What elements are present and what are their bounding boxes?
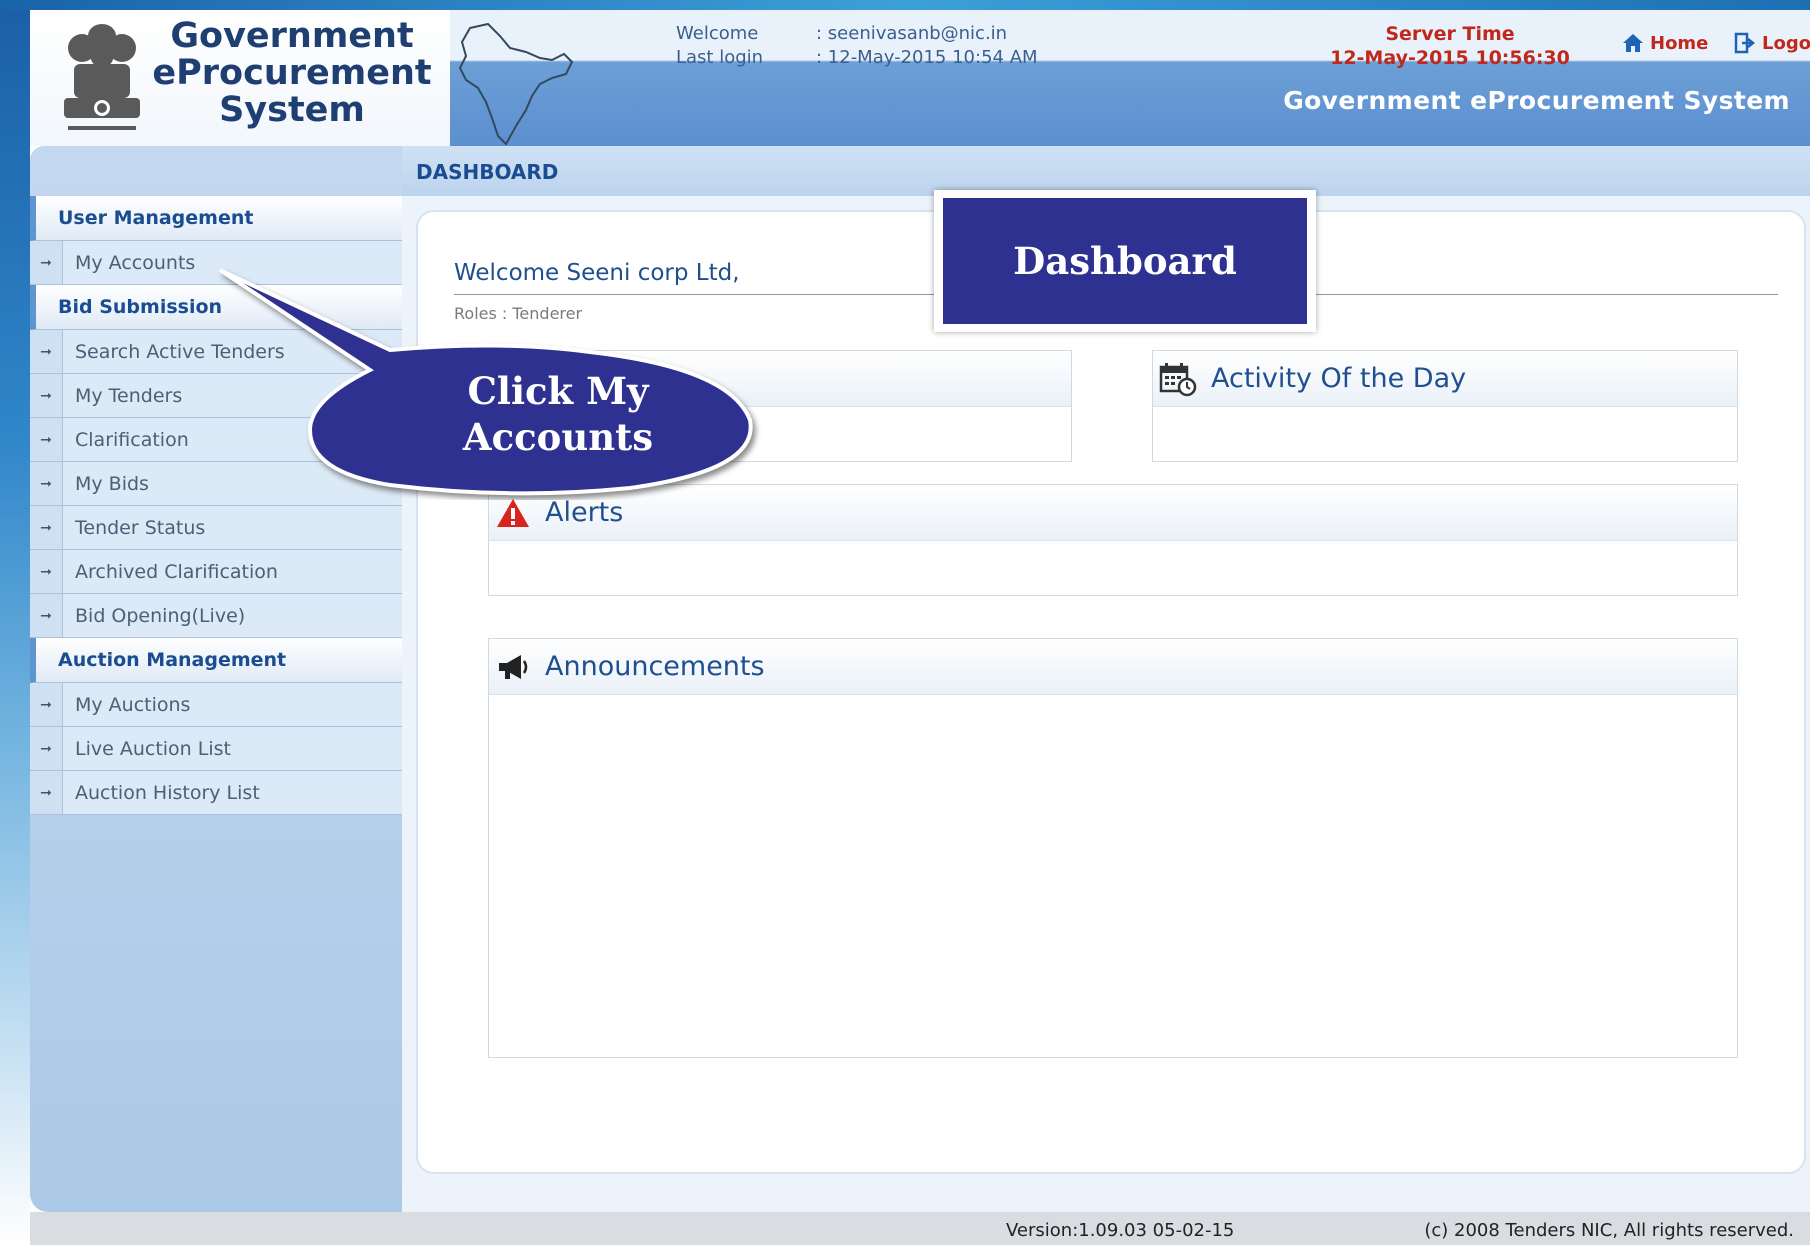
server-time-value: 12-May-2015 10:56:30 bbox=[1330, 47, 1570, 69]
session-values: : seenivasanb@nic.in : 12-May-2015 10:54… bbox=[816, 22, 1038, 70]
page-footer: Version:1.09.03 05-02-15 (c) 2008 Tender… bbox=[30, 1212, 1810, 1245]
page-header: Government eProcurement System Welcome L… bbox=[30, 10, 1810, 146]
dashboard-annotation-callout: Dashboard bbox=[934, 190, 1316, 332]
activity-of-day-box: Activity Of the Day bbox=[1152, 350, 1738, 462]
megaphone-icon bbox=[495, 652, 531, 682]
welcome-label: Welcome bbox=[676, 23, 759, 44]
home-icon bbox=[1623, 34, 1643, 52]
logo-line-3: System bbox=[219, 90, 365, 130]
system-title: Government eProcurement System bbox=[1283, 86, 1790, 115]
logout-link[interactable]: Logout bbox=[1734, 32, 1810, 54]
sidebar-item-label: Live Auction List bbox=[75, 737, 231, 760]
sidebar-item-label: My Bids bbox=[75, 472, 149, 495]
arrow-right-icon: ➞ bbox=[30, 727, 63, 770]
click-my-accounts-annotation: Click My Accounts bbox=[408, 368, 708, 460]
alerts-title: Alerts bbox=[545, 497, 624, 528]
frame-border-top bbox=[0, 0, 1810, 10]
activity-header: Activity Of the Day bbox=[1153, 351, 1737, 407]
sidebar-item-archived-clarification[interactable]: ➞ Archived Clarification bbox=[30, 550, 402, 594]
sidebar-item-auction-history-list[interactable]: ➞ Auction History List bbox=[30, 771, 402, 815]
sidebar-item-label: Auction History List bbox=[75, 781, 260, 804]
arrow-right-icon: ➞ bbox=[30, 506, 63, 549]
dashboard-annotation-label: Dashboard bbox=[943, 198, 1307, 324]
last-login-value: : 12-May-2015 10:54 AM bbox=[816, 47, 1038, 68]
arrow-right-icon: ➞ bbox=[30, 683, 63, 726]
sidebar-section-auction-management: Auction Management bbox=[30, 638, 402, 683]
sidebar-item-bid-opening-live[interactable]: ➞ Bid Opening(Live) bbox=[30, 594, 402, 638]
announcements-header: Announcements bbox=[489, 639, 1737, 695]
national-emblem-icon bbox=[64, 24, 140, 130]
announcements-title: Announcements bbox=[545, 651, 765, 682]
annotation-line-1: Click My bbox=[467, 369, 649, 413]
logout-link-label: Logout bbox=[1762, 32, 1810, 54]
announcements-box: Announcements bbox=[488, 638, 1738, 1058]
last-login-label: Last login bbox=[676, 47, 764, 68]
sidebar-item-label: Bid Opening(Live) bbox=[75, 604, 246, 627]
server-time: Server Time 12-May-2015 10:56:30 bbox=[1300, 22, 1600, 70]
server-time-label: Server Time bbox=[1385, 23, 1515, 45]
arrow-right-icon: ➞ bbox=[30, 418, 63, 461]
arrow-right-icon: ➞ bbox=[30, 550, 63, 593]
home-link-label: Home bbox=[1650, 32, 1709, 54]
logo-line-2: eProcurement bbox=[152, 53, 432, 93]
arrow-right-icon: ➞ bbox=[30, 374, 63, 417]
session-labels: Welcome Last login bbox=[676, 22, 763, 70]
page-title: DASHBOARD bbox=[416, 160, 559, 184]
alerts-box: Alerts bbox=[488, 484, 1738, 596]
sidebar-item-my-auctions[interactable]: ➞ My Auctions bbox=[30, 683, 402, 727]
annotation-line-2: Accounts bbox=[462, 415, 654, 459]
sidebar-item-label: My Accounts bbox=[75, 251, 196, 274]
header-banner bbox=[450, 10, 1810, 146]
sidebar-item-label: My Tenders bbox=[75, 384, 183, 407]
main-header: DASHBOARD bbox=[402, 146, 1810, 196]
sidebar-item-label: Tender Status bbox=[75, 516, 206, 539]
arrow-right-icon: ➞ bbox=[30, 462, 63, 505]
arrow-right-icon: ➞ bbox=[30, 330, 63, 373]
calendar-clock-icon bbox=[1159, 361, 1197, 397]
app-logo-text: Government eProcurement System bbox=[142, 18, 442, 129]
sidebar-item-label: My Auctions bbox=[75, 693, 191, 716]
india-map-icon bbox=[458, 22, 574, 146]
version-text: Version:1.09.03 05-02-15 bbox=[1006, 1220, 1235, 1241]
welcome-email: : seenivasanb@nic.in bbox=[816, 23, 1008, 44]
sidebar-section-user-management: User Management bbox=[30, 196, 402, 241]
arrow-right-icon: ➞ bbox=[30, 771, 63, 814]
copyright-text: (c) 2008 Tenders NIC, All rights reserve… bbox=[1424, 1220, 1794, 1241]
frame-border-left bbox=[0, 0, 30, 1245]
logo-line-1: Government bbox=[170, 16, 414, 56]
sidebar-item-tender-status[interactable]: ➞ Tender Status bbox=[30, 506, 402, 550]
warning-icon bbox=[495, 497, 531, 529]
sidebar-item-live-auction-list[interactable]: ➞ Live Auction List bbox=[30, 727, 402, 771]
logout-icon bbox=[1734, 32, 1756, 54]
sidebar-item-label: Clarification bbox=[75, 428, 189, 451]
sidebar-top-spacer bbox=[30, 146, 402, 196]
activity-title: Activity Of the Day bbox=[1211, 363, 1467, 394]
home-link[interactable]: Home bbox=[1622, 32, 1708, 54]
arrow-right-icon: ➞ bbox=[30, 594, 63, 637]
sidebar-item-label: Archived Clarification bbox=[75, 560, 278, 583]
arrow-right-icon: ➞ bbox=[30, 241, 63, 284]
